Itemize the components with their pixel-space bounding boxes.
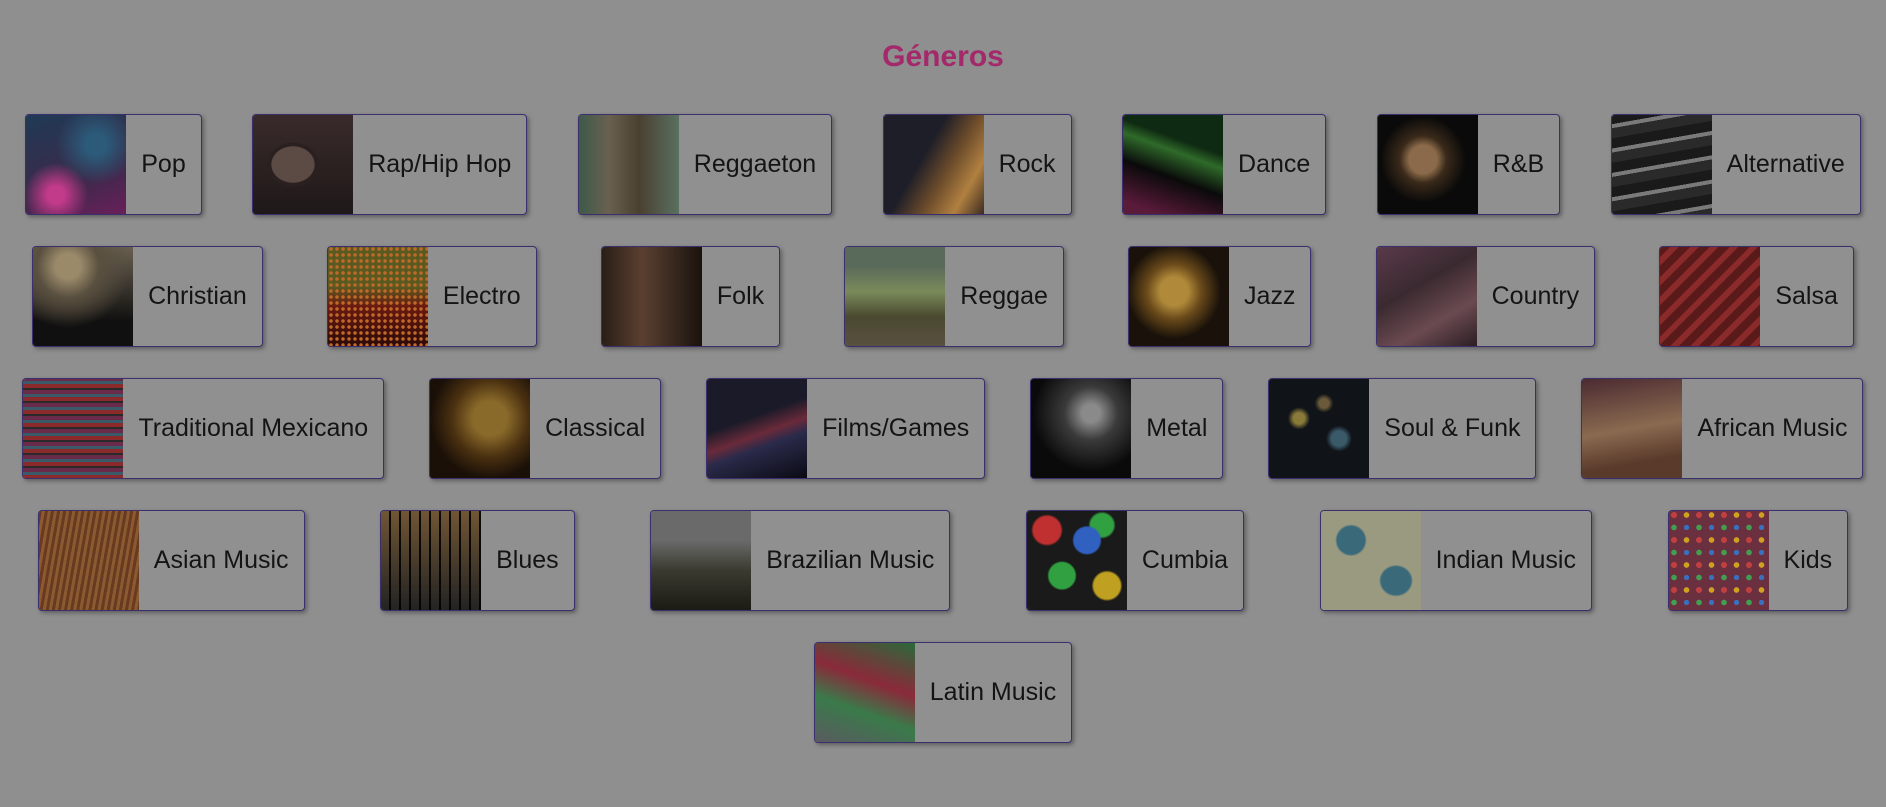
genre-card-dance[interactable]: Dance bbox=[1122, 114, 1327, 215]
genre-card-reggae[interactable]: Reggae bbox=[844, 246, 1064, 347]
genre-row-1: Pop Rap/Hip Hop Reggaeton Rock Dance R&B bbox=[0, 114, 1886, 215]
genre-label: African Music bbox=[1697, 414, 1848, 442]
microphone-image bbox=[1377, 115, 1478, 214]
genre-label: Country bbox=[1491, 282, 1580, 310]
genre-label: Rap/Hip Hop bbox=[368, 150, 512, 178]
genre-card-jazz[interactable]: Jazz bbox=[1128, 246, 1312, 347]
saxophone-image bbox=[1129, 247, 1230, 346]
dancers-image bbox=[578, 115, 679, 214]
headbanger-image bbox=[1031, 379, 1132, 478]
genre-label: Dance bbox=[1238, 150, 1311, 178]
genre-label: Soul & Funk bbox=[1384, 414, 1521, 442]
genre-label: Reggaeton bbox=[693, 150, 817, 178]
genre-label: Kids bbox=[1783, 546, 1833, 574]
genre-card-christian[interactable]: Christian bbox=[32, 246, 263, 347]
genre-card-asian-music[interactable]: Asian Music bbox=[37, 510, 305, 611]
concert-crowd-image bbox=[26, 115, 127, 214]
light-trails-image bbox=[707, 379, 808, 478]
drums-image bbox=[1582, 379, 1683, 478]
genre-row-5: Latin Music bbox=[0, 642, 1886, 743]
guitar-image bbox=[883, 115, 984, 214]
genre-label: Jazz bbox=[1244, 282, 1296, 310]
genre-card-alternative[interactable]: Alternative bbox=[1610, 114, 1861, 215]
colorful-flowers-image bbox=[1026, 511, 1127, 610]
genre-label: Blues bbox=[496, 546, 559, 574]
genre-label: Alternative bbox=[1726, 150, 1845, 178]
genre-label: Classical bbox=[545, 414, 646, 442]
genre-card-salsa[interactable]: Salsa bbox=[1659, 246, 1854, 347]
genre-card-traditional-mexicano[interactable]: Traditional Mexicano bbox=[22, 378, 385, 479]
genre-label: Salsa bbox=[1775, 282, 1838, 310]
genre-label: Rock bbox=[998, 150, 1056, 178]
genre-card-pop[interactable]: Pop bbox=[25, 114, 202, 215]
elephant-pattern-image bbox=[1320, 511, 1421, 610]
genre-label: Electro bbox=[442, 282, 521, 310]
genre-card-rap-hip-hop[interactable]: Rap/Hip Hop bbox=[252, 114, 528, 215]
bokeh-lights-image bbox=[1269, 379, 1370, 478]
genre-card-indian-music[interactable]: Indian Music bbox=[1319, 510, 1592, 611]
genre-label: Metal bbox=[1146, 414, 1208, 442]
genre-card-classical[interactable]: Classical bbox=[429, 378, 662, 479]
genre-label: Christian bbox=[148, 282, 247, 310]
genre-card-electro[interactable]: Electro bbox=[326, 246, 537, 347]
red-pattern-image bbox=[1660, 247, 1761, 346]
genre-card-rock[interactable]: Rock bbox=[882, 114, 1072, 215]
genre-card-blues[interactable]: Blues bbox=[380, 510, 575, 611]
genres-page: Géneros Pop Rap/Hip Hop Reggaeton Rock D… bbox=[0, 0, 1886, 807]
genre-label: Folk bbox=[716, 282, 765, 310]
genre-label: Reggae bbox=[960, 282, 1048, 310]
trumpet-player-image bbox=[651, 511, 752, 610]
genre-card-cumbia[interactable]: Cumbia bbox=[1025, 510, 1245, 611]
raised-arms-silhouette-image bbox=[33, 247, 134, 346]
acoustic-guitar-tree-image bbox=[601, 247, 702, 346]
genre-card-african-music[interactable]: African Music bbox=[1581, 378, 1864, 479]
genre-grid: Pop Rap/Hip Hop Reggaeton Rock Dance R&B bbox=[0, 114, 1886, 743]
genre-label: Traditional Mexicano bbox=[138, 414, 369, 442]
genre-card-country[interactable]: Country bbox=[1375, 246, 1596, 347]
genre-card-kids[interactable]: Kids bbox=[1667, 510, 1849, 611]
laser-lights-image bbox=[1123, 115, 1224, 214]
genre-label: Brazilian Music bbox=[766, 546, 935, 574]
genre-card-metal[interactable]: Metal bbox=[1030, 378, 1224, 479]
genre-label: Pop bbox=[141, 150, 186, 178]
genre-row-3: Traditional Mexicano Classical Films/Gam… bbox=[0, 378, 1886, 479]
genre-label: Films/Games bbox=[822, 414, 970, 442]
cowboy-boots-image bbox=[1376, 247, 1477, 346]
genre-card-soul-funk[interactable]: Soul & Funk bbox=[1268, 378, 1537, 479]
genre-label: Asian Music bbox=[153, 546, 289, 574]
genre-card-brazilian-music[interactable]: Brazilian Music bbox=[650, 510, 951, 611]
genre-label: Latin Music bbox=[929, 678, 1057, 706]
genre-row-2: Christian Electro Folk Reggae Jazz Count… bbox=[0, 246, 1886, 347]
zither-image bbox=[38, 511, 139, 610]
candy-balls-image bbox=[1668, 511, 1769, 610]
genre-card-films-games[interactable]: Films/Games bbox=[706, 378, 986, 479]
genre-card-folk[interactable]: Folk bbox=[600, 246, 781, 347]
genre-label: Indian Music bbox=[1435, 546, 1576, 574]
genre-card-latin-music[interactable]: Latin Music bbox=[813, 642, 1073, 743]
page-title: Géneros bbox=[882, 40, 1004, 73]
palm-beach-image bbox=[845, 247, 946, 346]
turntable-image bbox=[253, 115, 354, 214]
piano-keys-image bbox=[381, 511, 482, 610]
genre-row-4: Asian Music Blues Brazilian Music Cumbia… bbox=[0, 510, 1886, 611]
genre-label: Cumbia bbox=[1141, 546, 1229, 574]
genre-label: R&B bbox=[1492, 150, 1545, 178]
folk-dress-image bbox=[814, 643, 915, 742]
genre-card-reggaeton[interactable]: Reggaeton bbox=[577, 114, 833, 215]
genre-card-rnb[interactable]: R&B bbox=[1376, 114, 1561, 215]
opera-house-image bbox=[430, 379, 531, 478]
woven-textile-image bbox=[23, 379, 124, 478]
led-panel-image bbox=[327, 247, 428, 346]
abstract-lines-image bbox=[1611, 115, 1712, 214]
